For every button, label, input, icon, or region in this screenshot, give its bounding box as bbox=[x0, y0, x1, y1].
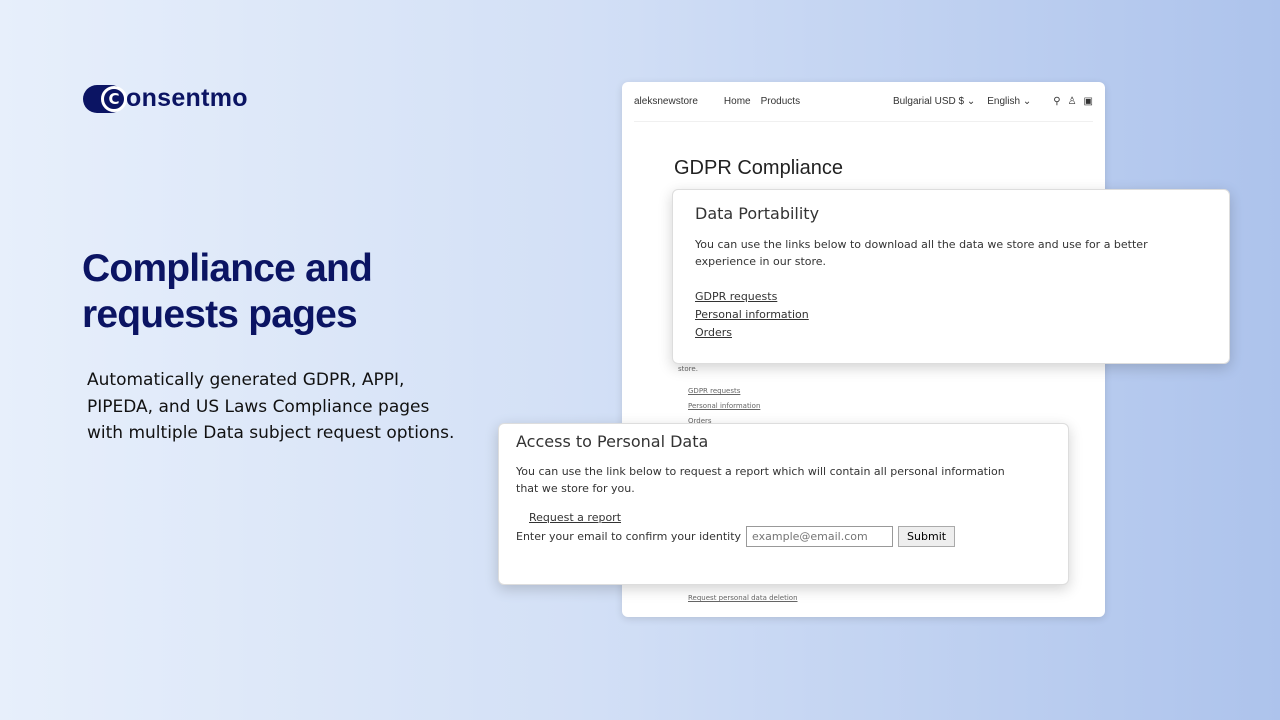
access-personal-data-card: Access to Personal Data You can use the … bbox=[498, 423, 1069, 585]
card-title: Data Portability bbox=[695, 204, 820, 223]
logo-word: onsentmo bbox=[126, 84, 248, 112]
email-label: Enter your email to confirm your identit… bbox=[516, 530, 742, 543]
account-icon[interactable]: ♙ bbox=[1068, 96, 1077, 107]
consentmo-logo: C onsentmo bbox=[83, 84, 248, 113]
bg-link-gdpr[interactable]: GDPR requests bbox=[688, 387, 740, 395]
store-nav: aleksnewstore Home Products Bulgarial US… bbox=[634, 82, 1093, 122]
currency-select[interactable]: Bulgarial USD $ ⌄ bbox=[893, 96, 975, 107]
bg-text: store. bbox=[678, 365, 698, 373]
orders-link[interactable]: Orders bbox=[695, 326, 1207, 339]
logo-mark-icon: C bbox=[83, 84, 127, 113]
personal-information-link[interactable]: Personal information bbox=[695, 308, 1207, 321]
submit-button[interactable]: Submit bbox=[898, 526, 956, 547]
bg-link-personal[interactable]: Personal information bbox=[688, 402, 760, 410]
search-icon[interactable]: ⚲ bbox=[1053, 96, 1060, 107]
logo-mark: C bbox=[101, 85, 127, 112]
gdpr-requests-link[interactable]: GDPR requests bbox=[695, 290, 1207, 303]
card-text: You can use the links below to download … bbox=[695, 238, 1148, 268]
language-label: English bbox=[987, 96, 1021, 107]
data-portability-card: Data Portability You can use the links b… bbox=[672, 189, 1230, 364]
store-name[interactable]: aleksnewstore bbox=[634, 96, 698, 107]
email-input[interactable] bbox=[746, 526, 894, 547]
request-deletion-link[interactable]: Request personal data deletion bbox=[688, 594, 798, 602]
card-title: Access to Personal Data bbox=[516, 432, 709, 451]
page-title: GDPR Compliance bbox=[674, 157, 843, 179]
card-text: You can use the link below to request a … bbox=[516, 465, 1005, 495]
request-report-link[interactable]: Request a report bbox=[529, 511, 1051, 524]
nav-products[interactable]: Products bbox=[761, 96, 800, 107]
language-select[interactable]: English ⌄ bbox=[987, 96, 1031, 107]
nav-home[interactable]: Home bbox=[724, 96, 751, 107]
hero-description: Automatically generated GDPR, APPI, PIPE… bbox=[87, 370, 455, 443]
currency-label: Bulgarial USD $ bbox=[892, 96, 965, 107]
cart-icon[interactable]: ▣ bbox=[1084, 96, 1093, 107]
hero-title: Compliance and requests pages bbox=[82, 247, 373, 336]
